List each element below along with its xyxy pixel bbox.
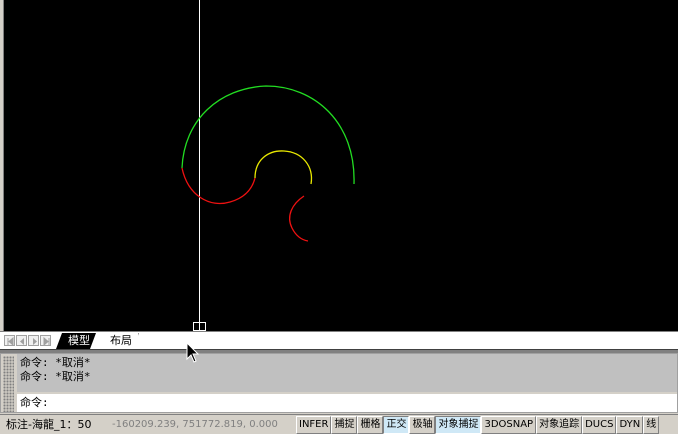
next-arrow-icon [33, 338, 37, 345]
model-space-canvas[interactable] [3, 0, 678, 331]
cad-application-window: 模型 布局 命令: *取消* 命令: *取消* 命令: 标注-海龍_1：50 -… [0, 0, 678, 434]
next-tab-button[interactable] [28, 335, 39, 346]
status-toggle-3dosnap[interactable]: 3DOSNAP [481, 416, 537, 434]
coordinate-readout[interactable]: -160209.239, 751772.819, 0.000 [112, 417, 278, 433]
tab-model[interactable]: 模型 [56, 333, 96, 349]
mouse-pointer-icon [186, 342, 200, 363]
status-toggle-dyn[interactable]: DYN [616, 416, 644, 434]
command-history-line: 命令: *取消* [20, 370, 91, 383]
status-toggle-ducs[interactable]: DUCS [582, 416, 617, 434]
previous-arrow-icon [20, 338, 24, 345]
previous-tab-button[interactable] [16, 335, 27, 346]
drawing-svg [181, 0, 355, 331]
last-tab-button[interactable] [40, 335, 51, 346]
status-toggle-对象追踪[interactable]: 对象追踪 [536, 416, 583, 434]
first-tab-button[interactable] [4, 335, 15, 346]
layout-tab-bar: 模型 布局 [0, 331, 678, 349]
annotation-scale-label[interactable]: 标注-海龍_1：50 [6, 417, 91, 433]
status-toggle-对象捕捉[interactable]: 对象捕捉 [435, 416, 482, 434]
command-input[interactable]: 命令: [17, 394, 677, 412]
command-history: 命令: *取消* 命令: *取消* [17, 354, 677, 392]
hook-red-arc[interactable] [289, 195, 309, 242]
status-toggle-极轴[interactable]: 极轴 [409, 416, 436, 434]
command-history-line: 命令: *取消* [20, 356, 91, 369]
status-toggle-线[interactable]: 线 [643, 416, 660, 434]
status-toggle-捕捉[interactable]: 捕捉 [331, 416, 358, 434]
status-toggle-group: INFER 捕捉 栅格 正交 极轴 对象捕捉 3DOSNAP 对象追踪 DUCS DYN 线 [296, 416, 660, 434]
command-window: 命令: *取消* 命令: *取消* 命令: [0, 353, 678, 413]
status-toggle-栅格[interactable]: 栅格 [357, 416, 384, 434]
inner-yellow-arc[interactable] [254, 150, 313, 185]
command-window-grip[interactable] [3, 356, 14, 412]
left-red-arc[interactable] [181, 167, 256, 205]
first-arrow-icon [7, 337, 14, 346]
outer-green-arc[interactable] [181, 85, 355, 185]
command-prompt: 命令: [20, 396, 49, 409]
status-toggle-正交[interactable]: 正交 [383, 416, 410, 434]
last-arrow-icon [43, 337, 50, 346]
status-bar: 标注-海龍_1：50 -160209.239, 751772.819, 0.00… [0, 414, 678, 434]
tab-layout[interactable]: 布局 [98, 333, 139, 349]
status-toggle-infer[interactable]: INFER [296, 416, 332, 434]
